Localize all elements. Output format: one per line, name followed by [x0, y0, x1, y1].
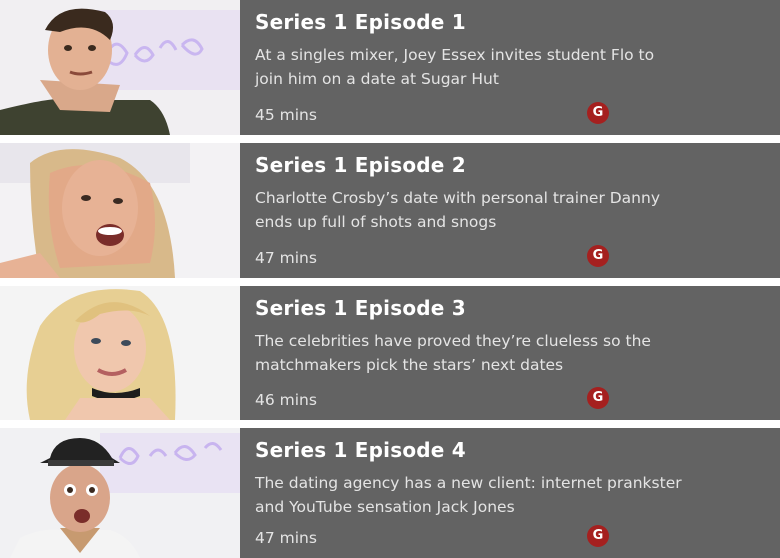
episode-info: Series 1 Episode 4 The dating agency has…	[240, 428, 780, 558]
episode-info: Series 1 Episode 3 The celebrities have …	[240, 286, 780, 420]
episode-duration: 46 mins	[255, 391, 317, 409]
contestant-portrait-icon	[0, 0, 240, 135]
rating-badge: G	[587, 525, 609, 547]
episode-info: Series 1 Episode 2 Charlotte Crosby’s da…	[240, 143, 780, 278]
episode-list: Series 1 Episode 1 At a singles mixer, J…	[0, 0, 780, 558]
episode-duration: 45 mins	[255, 106, 317, 124]
episode-title[interactable]: Series 1 Episode 4	[255, 437, 466, 463]
episode-description: At a singles mixer, Joey Essex invites s…	[255, 46, 655, 88]
contestant-portrait-icon	[0, 143, 240, 278]
rating-badge: G	[587, 387, 609, 409]
episode-thumbnail[interactable]	[0, 143, 240, 278]
episode-title[interactable]: Series 1 Episode 1	[255, 9, 466, 35]
episode-title[interactable]: Series 1 Episode 2	[255, 152, 466, 178]
contestant-portrait-icon	[0, 286, 240, 420]
episode-duration: 47 mins	[255, 529, 317, 547]
episode-description: Charlotte Crosby’s date with personal tr…	[255, 189, 660, 231]
episode-thumbnail[interactable]	[0, 286, 240, 420]
episode-info: Series 1 Episode 1 At a singles mixer, J…	[240, 0, 780, 135]
episode-description: The dating agency has a new client: inte…	[255, 474, 682, 516]
rating-badge: G	[587, 245, 609, 267]
episode-row-1[interactable]: Series 1 Episode 1 At a singles mixer, J…	[0, 0, 780, 135]
episode-row-2[interactable]: Series 1 Episode 2 Charlotte Crosby’s da…	[0, 143, 780, 278]
episode-title[interactable]: Series 1 Episode 3	[255, 295, 466, 321]
episode-description: The celebrities have proved they’re clue…	[255, 332, 651, 374]
episode-duration: 47 mins	[255, 249, 317, 267]
rating-badge: G	[587, 102, 609, 124]
episode-row-3[interactable]: Series 1 Episode 3 The celebrities have …	[0, 286, 780, 420]
episode-thumbnail[interactable]	[0, 428, 240, 558]
contestant-portrait-icon	[0, 428, 240, 558]
episode-thumbnail[interactable]	[0, 0, 240, 135]
episode-row-4[interactable]: Series 1 Episode 4 The dating agency has…	[0, 428, 780, 558]
